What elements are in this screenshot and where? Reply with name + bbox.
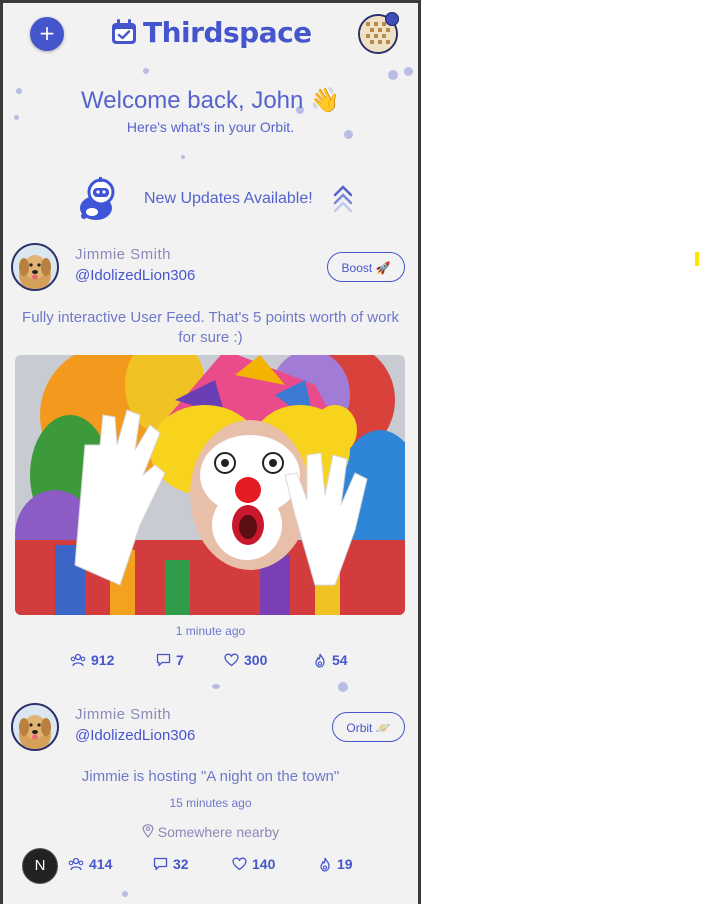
location-label: Somewhere nearby (157, 824, 280, 840)
heart-icon (232, 857, 247, 871)
post-text: Fully interactive User Feed. That's 5 po… (22, 309, 399, 346)
post-text: Jimmie is hosting "A night on the town" (81, 768, 340, 785)
updates-label: New Updates Available! (144, 190, 313, 207)
post-time: 15 minutes ago (169, 796, 252, 810)
astronaut-robot-icon (80, 177, 115, 220)
double-chevron-up-icon[interactable] (332, 184, 354, 214)
attendees-count: 912 (91, 652, 115, 668)
user-avatar[interactable] (11, 243, 59, 291)
calendar-check-icon (112, 19, 136, 44)
decor-dot (388, 70, 398, 80)
likes-count: 300 (244, 652, 268, 668)
decor-dot (212, 684, 220, 689)
post-image[interactable] (15, 355, 405, 615)
likes-stat[interactable]: 140 (232, 856, 275, 872)
add-button[interactable]: + (30, 17, 64, 51)
hype-count: 19 (337, 856, 353, 872)
likes-count: 140 (252, 856, 276, 872)
people-icon (70, 653, 86, 667)
user-name[interactable]: Jimmie Smith (75, 706, 171, 723)
clown-photo (15, 355, 405, 615)
attendees-stat[interactable]: 912 (70, 652, 114, 668)
hype-count: 54 (332, 652, 348, 668)
fire-icon (315, 653, 325, 668)
decor-dot (181, 155, 185, 159)
decor-dot (338, 682, 348, 692)
orbit-button[interactable]: Orbit 🪐 (332, 712, 405, 742)
boost-button[interactable]: Boost 🚀 (327, 252, 405, 282)
brand-name: Thirdspace (143, 15, 312, 49)
comments-count: 7 (176, 652, 184, 668)
location-pin-icon (142, 824, 154, 838)
frame-border-left (0, 0, 3, 904)
welcome-subtitle: Here's what's in your Orbit. (126, 119, 295, 135)
welcome-title: Welcome back, John 👋 (81, 87, 340, 114)
brand-logo[interactable]: Thirdspace (111, 15, 312, 49)
frame-border-right (418, 0, 421, 904)
decor-dot (143, 68, 149, 74)
app-screen: + Thirdspace Welcome back, John 👋 Here's… (0, 0, 421, 904)
post-time: 1 minute ago (175, 624, 246, 638)
hype-stat[interactable]: 19 (318, 856, 353, 872)
post-location[interactable]: Somewhere nearby (0, 824, 421, 840)
likes-stat[interactable]: 300 (224, 652, 267, 668)
dog-avatar-icon (13, 245, 57, 289)
attendees-count: 414 (89, 856, 113, 872)
decor-dot (122, 891, 128, 897)
notification-dot (385, 12, 399, 26)
user-name[interactable]: Jimmie Smith (75, 246, 171, 263)
user-handle[interactable]: @IdolizedLion306 (75, 727, 195, 744)
user-avatar[interactable] (11, 703, 59, 751)
user-handle[interactable]: @IdolizedLion306 (75, 267, 195, 284)
comment-icon (156, 653, 171, 667)
dog-avatar-icon (13, 705, 57, 749)
highlight-marker (695, 252, 699, 266)
hype-stat[interactable]: 54 (313, 652, 348, 668)
dev-tools-badge[interactable]: N (22, 848, 58, 884)
frame-border-top (0, 0, 421, 3)
people-icon (68, 857, 84, 871)
comments-count: 32 (173, 856, 189, 872)
heart-icon (224, 653, 239, 667)
comments-stat[interactable]: 7 (156, 652, 184, 668)
comments-stat[interactable]: 32 (153, 856, 189, 872)
new-updates-banner[interactable]: New Updates Available! (76, 176, 366, 224)
decor-dot (404, 67, 413, 76)
comment-icon (153, 857, 168, 871)
fire-icon (320, 857, 330, 872)
attendees-stat[interactable]: 414 (68, 856, 112, 872)
